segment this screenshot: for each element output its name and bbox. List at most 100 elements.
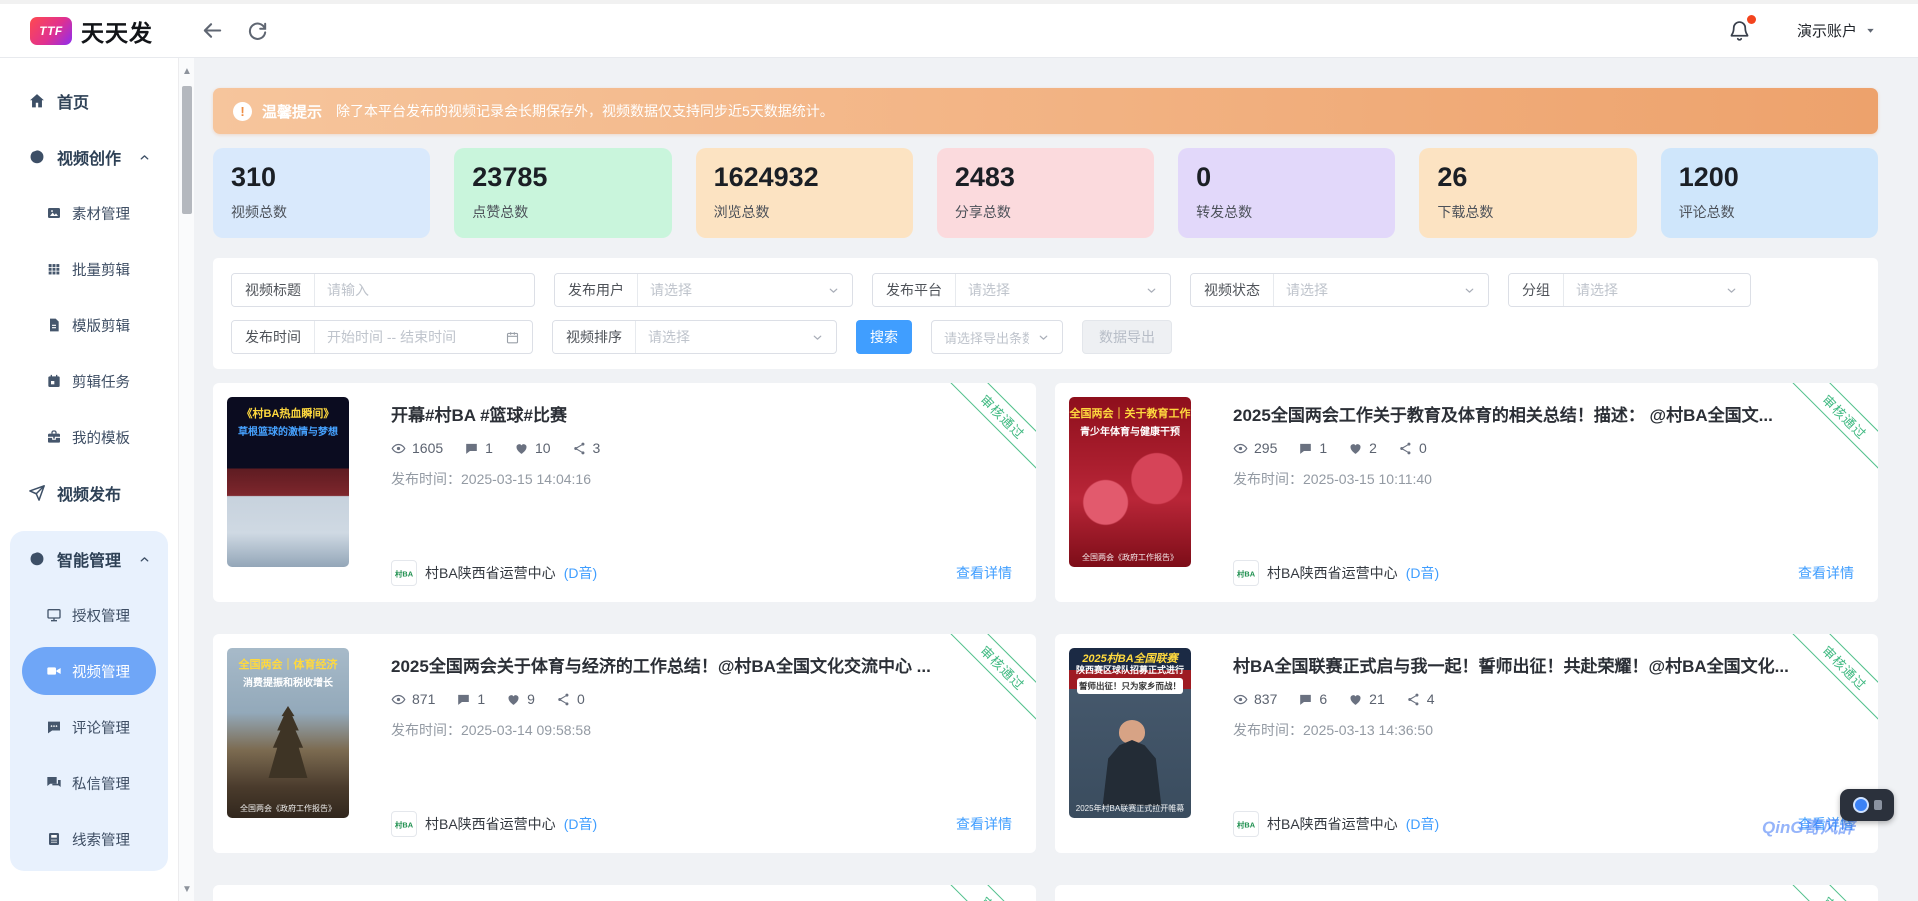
filter-select[interactable]: 请选择 [638, 280, 852, 300]
back-button[interactable] [201, 19, 224, 42]
sidebar-item-13[interactable]: 线索管理 [10, 811, 168, 867]
view-detail-link[interactable]: 查看详情 [956, 563, 1012, 583]
video-card-3: 2025村BA全国联赛陕西赛区球队招募正式进行誓师出征！只为家乡而战！2025年… [1055, 634, 1878, 853]
sidebar-item-14[interactable]: 应用工具 [0, 883, 178, 901]
video-stat-comments: 1 [464, 440, 493, 456]
heart-icon [1348, 441, 1363, 456]
platform-label[interactable]: (D音) [1406, 814, 1439, 834]
notification-button[interactable] [1728, 19, 1751, 42]
export-data-button[interactable]: 数据导出 [1082, 320, 1172, 354]
sidebar-item-8[interactable]: 智能管理 [10, 531, 168, 587]
content-scrollbar[interactable]: ▲ ▼ [178, 58, 194, 901]
sidebar-item-label: 首页 [57, 89, 89, 113]
publish-time-label: 发布时间： [391, 471, 461, 487]
comment-manage-icon [46, 719, 62, 735]
scroll-down-arrow-icon[interactable]: ▼ [179, 884, 195, 895]
video-thumbnail[interactable]: 2025村BA全国联赛陕西赛区球队招募正式进行誓师出征！只为家乡而战！2025年… [1069, 648, 1191, 818]
chevron-up-icon [138, 151, 151, 164]
sidebar-item-label: 剪辑任务 [72, 371, 130, 392]
sidebar-item-3[interactable]: 批量剪辑 [0, 241, 178, 297]
publish-time-value: 2025-03-15 10:11:40 [1303, 471, 1432, 487]
sidebar-item-9[interactable]: 授权管理 [10, 587, 168, 643]
sidebar-item-1[interactable]: 视频创作 [0, 129, 178, 185]
stat-card-5: 26下载总数 [1419, 148, 1636, 238]
video-sort-label: 视频排序 [553, 321, 636, 353]
video-stat-shares: 4 [1406, 691, 1435, 707]
filter-placeholder: 请选择 [1286, 280, 1455, 300]
sidebar-item-2[interactable]: 素材管理 [0, 185, 178, 241]
stat-count: 871 [412, 691, 435, 707]
platform-label[interactable]: (D音) [1406, 563, 1439, 583]
export-count-select[interactable]: 请选择导出条数 [931, 320, 1063, 354]
video-stat-comments: 6 [1298, 691, 1327, 707]
video-sort-filter[interactable]: 视频排序 请选择 [552, 320, 837, 354]
publish-date-filter[interactable]: 发布时间 开始时间 -- 结束时间 [231, 320, 533, 354]
widget-dot-icon [1853, 797, 1869, 813]
sidebar-item-label: 评论管理 [72, 717, 130, 738]
account-avatar: 村BA [1233, 811, 1259, 837]
video-stats-row: 8376214 [1233, 691, 1854, 707]
stat-card-2: 1624932浏览总数 [696, 148, 913, 238]
video-card-1: 全国两会｜关于教育工作青少年体育与健康干预全国两会《政府工作报告》2025全国两… [1055, 383, 1878, 602]
sidebar-item-5[interactable]: 剪辑任务 [0, 353, 178, 409]
calendar-icon [505, 330, 520, 345]
view-detail-link[interactable]: 查看详情 [1798, 563, 1854, 583]
stat-label: 评论总数 [1679, 202, 1860, 222]
video-thumbnail[interactable]: 全国两会｜关于教育工作青少年体育与健康干预全国两会《政府工作报告》 [1069, 397, 1191, 567]
stat-count: 6 [1319, 691, 1327, 707]
sidebar-item-label: 素材管理 [72, 203, 130, 224]
floating-widget-button[interactable] [1840, 789, 1894, 821]
export-count-field[interactable]: 请选择导出条数 [932, 328, 1062, 347]
video-stat-likes: 10 [514, 440, 551, 456]
refresh-button[interactable] [246, 19, 269, 42]
stat-label: 下载总数 [1437, 202, 1618, 222]
smart-manage-group: 智能管理授权管理视频管理评论管理私信管理线索管理 [10, 531, 168, 871]
filter-select[interactable]: 请选择 [956, 280, 1170, 300]
scroll-up-arrow-icon[interactable]: ▲ [179, 66, 195, 77]
stat-label: 视频总数 [231, 202, 412, 222]
stat-count: 837 [1254, 691, 1277, 707]
sidebar-item-10[interactable]: 视频管理 [22, 647, 156, 695]
sidebar-item-7[interactable]: 视频发布 [0, 465, 178, 521]
filter-text-input[interactable]: 请输入 [315, 280, 534, 300]
video-card-partial-0: 审核通过 [213, 885, 1036, 901]
filter-placeholder: 请选择 [1576, 280, 1717, 300]
filter-label: 视频状态 [1191, 274, 1274, 306]
share-count-icon [556, 692, 571, 707]
filter-input-0[interactable]: 视频标题请输入 [231, 273, 535, 307]
video-stat-shares: 0 [1398, 440, 1427, 456]
video-thumbnail[interactable]: 全国两会｜体育经济消费提振和税收增长全国两会《政府工作报告》 [227, 648, 349, 818]
scrollbar-thumb[interactable] [182, 86, 192, 214]
stats-row: 310视频总数23785点赞总数1624932浏览总数2483分享总数0转发总数… [213, 148, 1878, 238]
filter-select[interactable]: 请选择 [1564, 280, 1750, 300]
widget-bar-icon [1874, 800, 1882, 810]
view-detail-link[interactable]: 查看详情 [956, 814, 1012, 834]
thumb-title: 全国两会｜体育经济 [227, 656, 349, 672]
video-sort-select[interactable]: 请选择 [636, 327, 836, 347]
sidebar-item-6[interactable]: 我的模板 [0, 409, 178, 465]
search-button[interactable]: 搜索 [856, 320, 912, 354]
filter-select-3[interactable]: 视频状态请选择 [1190, 273, 1489, 307]
platform-label[interactable]: (D音) [564, 563, 597, 583]
video-thumbnail[interactable]: 《村BA热血瞬间》草根篮球的激情与梦想 [227, 397, 349, 567]
stat-count: 1 [485, 440, 493, 456]
account-avatar: 村BA [391, 560, 417, 586]
filter-select[interactable]: 请选择 [1274, 280, 1488, 300]
app-logo[interactable]: TTF 天天发 [30, 14, 153, 48]
material-manage-icon [46, 205, 62, 221]
stat-count: 1 [1319, 440, 1327, 456]
sidebar-item-0[interactable]: 首页 [0, 73, 178, 129]
filter-select-1[interactable]: 发布用户请选择 [554, 273, 853, 307]
sidebar-item-12[interactable]: 私信管理 [10, 755, 168, 811]
platform-label[interactable]: (D音) [564, 814, 597, 834]
account-menu[interactable]: 演示账户 [1797, 20, 1876, 41]
account-name-label: 演示账户 [1797, 20, 1857, 41]
logo-badge-icon: TTF [30, 17, 72, 45]
filter-select-2[interactable]: 发布平台请选择 [872, 273, 1171, 307]
date-range-input[interactable]: 开始时间 -- 结束时间 [315, 327, 532, 347]
filter-label: 发布平台 [873, 274, 956, 306]
sidebar-item-11[interactable]: 评论管理 [10, 699, 168, 755]
chevron-down-icon [827, 284, 840, 297]
filter-select-4[interactable]: 分组请选择 [1508, 273, 1751, 307]
sidebar-item-4[interactable]: 模版剪辑 [0, 297, 178, 353]
